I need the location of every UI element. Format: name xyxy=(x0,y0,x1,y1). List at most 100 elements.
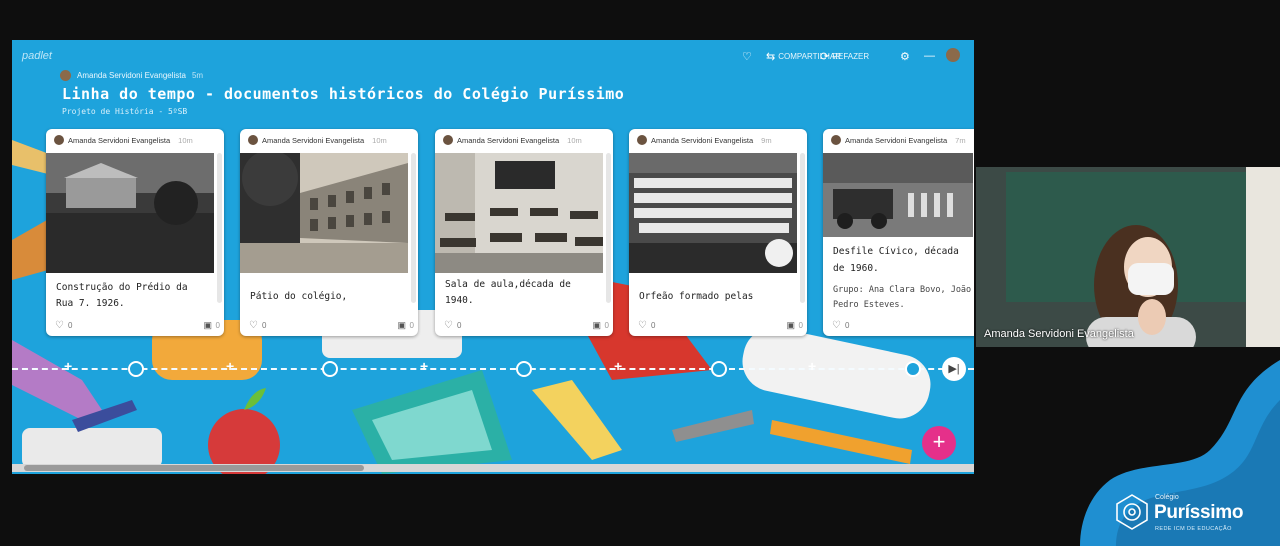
post-author: Amanda Servidoni Evangelista xyxy=(651,135,754,145)
post-avatar xyxy=(831,135,841,145)
post-photo[interactable] xyxy=(629,153,797,273)
comment-count: 0 xyxy=(604,321,609,330)
comment-icon[interactable]: ▣ xyxy=(592,320,601,331)
comment-icon[interactable]: ▣ xyxy=(786,320,795,331)
timeline-node[interactable] xyxy=(516,361,532,377)
settings-button[interactable]: ⚙ xyxy=(900,50,910,63)
scroll-to-end-button[interactable]: ▶| xyxy=(942,357,966,381)
brand-overline: Colégio xyxy=(1155,494,1179,501)
comment-icon[interactable]: ▣ xyxy=(397,320,406,331)
post-age: 10m xyxy=(567,135,582,145)
participant-video-frame xyxy=(976,167,1280,347)
more-menu-button[interactable]: — xyxy=(924,50,935,62)
like-count: 0 xyxy=(457,321,462,330)
menu-dash-icon: — xyxy=(924,50,935,62)
heart-icon[interactable]: ♡ xyxy=(638,320,647,331)
post-footer: ♡ 0 ▣ 0 xyxy=(629,318,807,336)
post-footer: ♡ 0 ▣ 0 xyxy=(435,318,613,336)
comment-count: 0 xyxy=(215,321,220,330)
heart-button[interactable]: ♡ xyxy=(742,50,752,63)
post-header: Amanda Servidoni Evangelista 7m xyxy=(823,129,974,151)
post-scrollbar[interactable] xyxy=(217,153,222,303)
post-card[interactable]: Amanda Servidoni Evangelista 7m Desfile … xyxy=(823,129,974,336)
scrollbar-thumb[interactable] xyxy=(24,465,364,471)
horizontal-scrollbar[interactable] xyxy=(12,464,974,472)
post-card[interactable]: Amanda Servidoni Evangelista 10m Pátio d… xyxy=(240,129,418,336)
post-card[interactable]: Amanda Servidoni Evangelista 9m Orfeão f… xyxy=(629,129,807,336)
brand-emblem-icon xyxy=(1116,494,1148,530)
post-scrollbar[interactable] xyxy=(800,153,805,303)
brand-tagline: REDE ICM DE EDUCAÇÃO xyxy=(1155,526,1232,532)
heart-icon[interactable]: ♡ xyxy=(249,320,258,331)
post-footer: ♡ 0 ▣ 0 xyxy=(46,318,224,336)
board-subtitle: Projeto de História - 5ºSB xyxy=(62,107,188,116)
heart-icon: ♡ xyxy=(742,51,752,63)
post-header: Amanda Servidoni Evangelista 10m xyxy=(46,129,224,151)
board-title: Linha do tempo - documentos históricos d… xyxy=(62,85,625,103)
post-header: Amanda Servidoni Evangelista 10m xyxy=(435,129,613,151)
post-footer: ♡ 0 xyxy=(823,318,974,336)
post-avatar xyxy=(637,135,647,145)
add-post-plus-icon[interactable]: + xyxy=(614,358,622,374)
post-age: 10m xyxy=(178,135,193,145)
post-footer: ♡ 0 ▣ 0 xyxy=(240,318,418,336)
post-photo[interactable] xyxy=(435,153,603,273)
timeline-node[interactable] xyxy=(128,361,144,377)
comment-count: 0 xyxy=(798,321,803,330)
board-age: 5m xyxy=(191,71,204,80)
post-scrollbar[interactable] xyxy=(411,153,416,303)
post-age: 10m xyxy=(372,135,387,145)
post-avatar xyxy=(443,135,453,145)
post-age: 7m xyxy=(955,135,966,145)
post-card[interactable]: Amanda Servidoni Evangelista 10m Sala de… xyxy=(435,129,613,336)
heart-icon[interactable]: ♡ xyxy=(832,320,841,331)
heart-icon[interactable]: ♡ xyxy=(55,320,64,331)
post-header: Amanda Servidoni Evangelista 9m xyxy=(629,129,807,151)
brand-name: Puríssimo xyxy=(1154,502,1244,523)
board-author-row: Amanda Servidoni Evangelista 5m xyxy=(60,70,203,81)
timeline-node[interactable] xyxy=(322,361,338,377)
add-post-plus-icon[interactable]: + xyxy=(64,358,72,374)
timeline-track xyxy=(12,368,974,370)
gear-icon: ⚙ xyxy=(900,51,910,63)
like-count: 0 xyxy=(651,321,656,330)
post-photo[interactable] xyxy=(46,153,214,273)
participant-name: Amanda Servidoni Evangelista xyxy=(984,328,1134,340)
post-author: Amanda Servidoni Evangelista xyxy=(68,135,171,145)
padlet-logo[interactable]: padlet xyxy=(22,50,52,62)
post-photo[interactable] xyxy=(823,153,973,237)
post-card[interactable]: Amanda Servidoni Evangelista 10m Constru… xyxy=(46,129,224,336)
post-scrollbar[interactable] xyxy=(606,153,611,303)
remake-label: REFAZER xyxy=(832,52,870,61)
author-avatar xyxy=(60,70,71,81)
remake-button[interactable]: ⟳ REFAZER xyxy=(820,50,869,63)
post-author: Amanda Servidoni Evangelista xyxy=(457,135,560,145)
post-text: Sala de aula,década de 1940. xyxy=(445,279,571,306)
post-avatar xyxy=(54,135,64,145)
share-icon: ⇆ xyxy=(766,51,776,63)
timeline-node[interactable] xyxy=(711,361,727,377)
post-header: Amanda Servidoni Evangelista 10m xyxy=(240,129,418,151)
heart-icon[interactable]: ♡ xyxy=(444,320,453,331)
add-post-plus-icon[interactable]: + xyxy=(420,358,428,374)
skip-next-icon: ▶| xyxy=(948,363,960,375)
participant-video[interactable]: Amanda Servidoni Evangelista xyxy=(976,167,1280,347)
post-author: Amanda Servidoni Evangelista xyxy=(845,135,948,145)
like-count: 0 xyxy=(845,321,850,330)
post-age: 9m xyxy=(761,135,772,145)
remake-icon: ⟳ xyxy=(820,51,830,63)
add-post-plus-icon[interactable]: + xyxy=(226,358,234,374)
add-post-plus-icon[interactable]: + xyxy=(808,358,816,374)
timeline-node[interactable] xyxy=(905,361,921,377)
board-author: Amanda Servidoni Evangelista xyxy=(77,71,186,80)
shared-screen: padlet ♡ ⇆ COMPARTILHAR ⟳ REFAZER ⚙ — Am… xyxy=(12,40,974,474)
add-post-button[interactable]: + xyxy=(922,426,956,460)
post-photo[interactable] xyxy=(240,153,408,273)
comment-icon[interactable]: ▣ xyxy=(203,320,212,331)
like-count: 0 xyxy=(68,321,73,330)
plus-icon: + xyxy=(932,429,946,454)
user-avatar[interactable] xyxy=(946,48,960,62)
post-text: Orfeão formado pelas xyxy=(639,291,754,302)
post-avatar xyxy=(248,135,258,145)
post-text: Desfile Cívico, década de 1960. xyxy=(833,246,959,274)
